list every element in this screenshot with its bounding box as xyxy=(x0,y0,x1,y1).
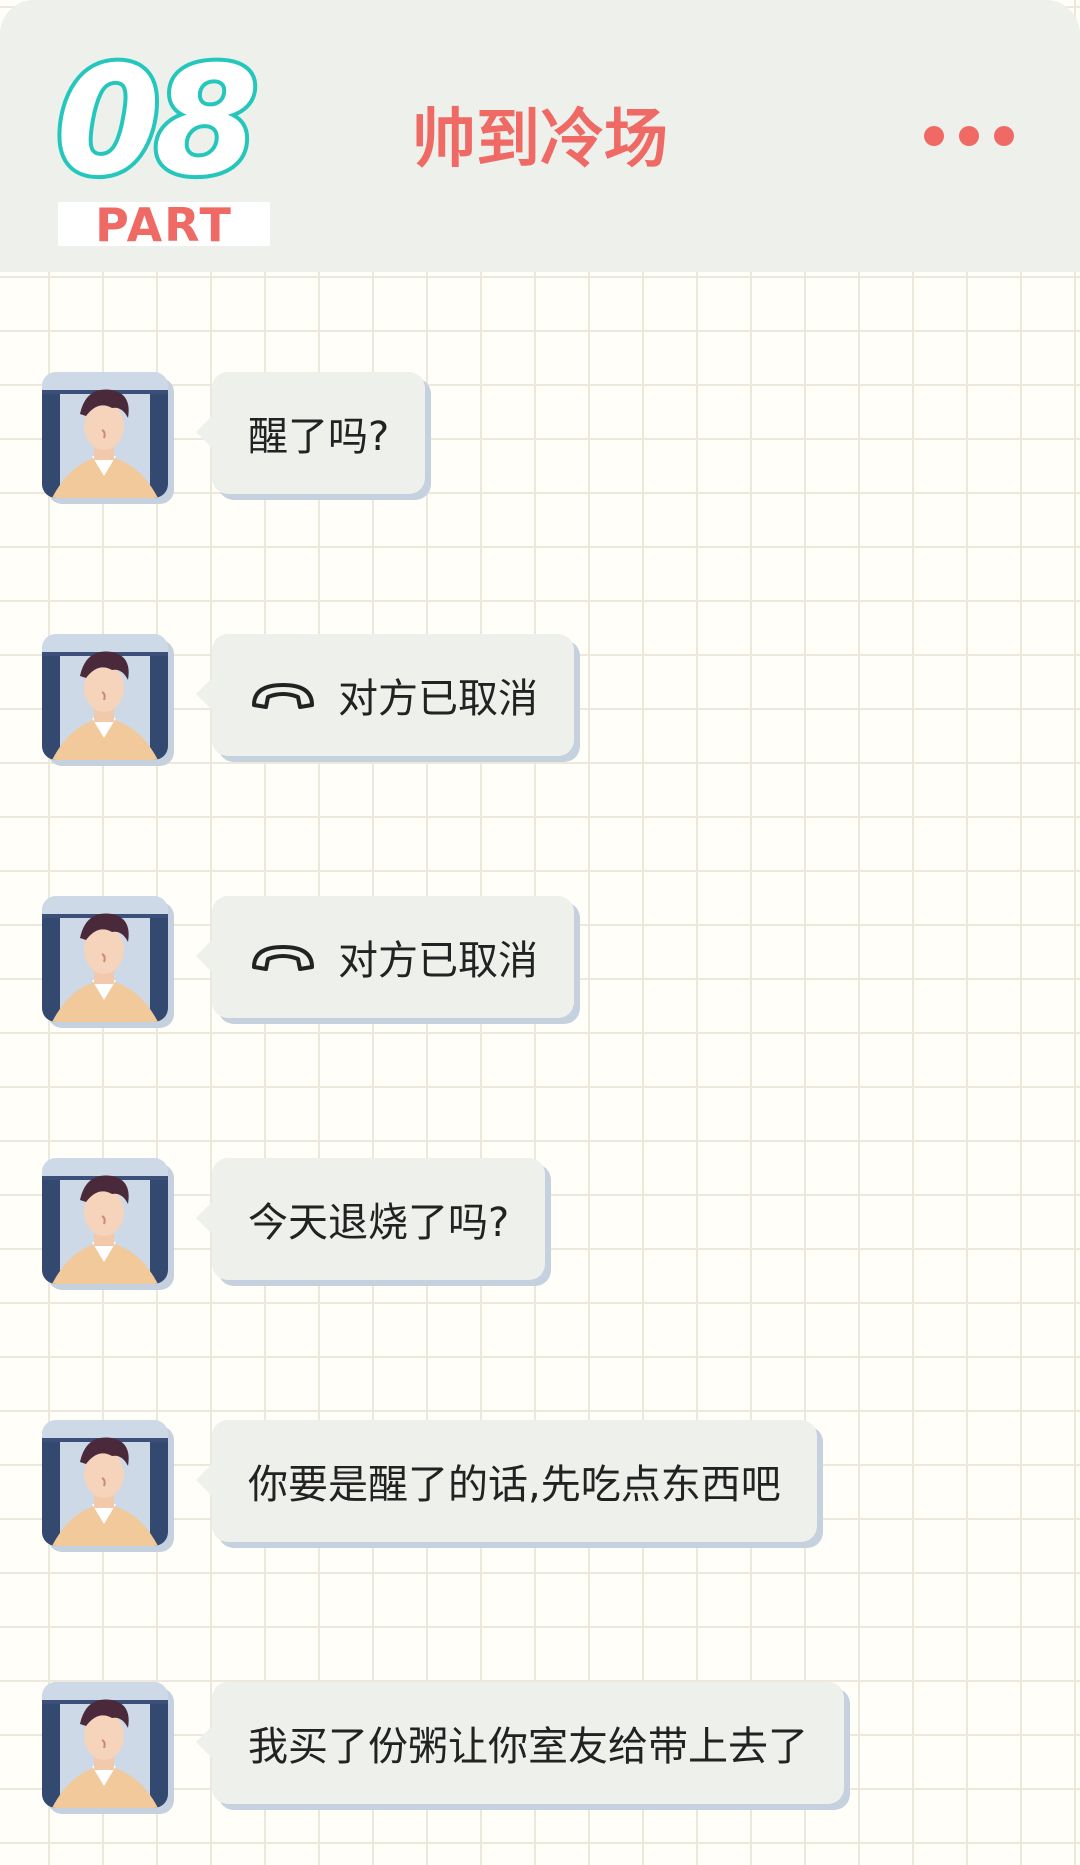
chat-page: 08 PART 帅到冷场 醒了吗? 对方已取消 对方已取消 今天退烧了吗? 你要… xyxy=(0,0,1080,1865)
avatar-image xyxy=(42,372,168,498)
dot xyxy=(924,126,944,146)
avatar-image xyxy=(42,1158,168,1284)
hangup-phone-icon xyxy=(252,945,314,971)
chat-message: 你要是醒了的话,先吃点东西吧 xyxy=(42,1420,902,1552)
avatar-image xyxy=(42,634,168,760)
avatar[interactable] xyxy=(42,1420,168,1546)
part-badge: 08 PART xyxy=(52,35,292,250)
page-title: 帅到冷场 xyxy=(412,103,668,177)
avatar-image xyxy=(42,1682,168,1808)
message-text: 你要是醒了的话,先吃点东西吧 xyxy=(248,1462,781,1508)
chat-message: 今天退烧了吗? xyxy=(42,1158,582,1290)
avatar-image xyxy=(42,1420,168,1546)
dot xyxy=(994,126,1014,146)
part-number: 08 xyxy=(52,35,263,209)
message-text: 对方已取消 xyxy=(338,938,538,984)
more-dots-icon[interactable] xyxy=(924,124,1014,148)
message-bubble[interactable]: 今天退烧了吗? xyxy=(195,1158,546,1280)
avatar[interactable] xyxy=(42,634,168,760)
chat-message: 我买了份粥让你室友给带上去了 xyxy=(42,1682,902,1814)
message-bubble[interactable]: 对方已取消 xyxy=(196,896,574,1018)
dot xyxy=(959,126,979,146)
message-bubble[interactable]: 醒了吗? xyxy=(195,372,426,494)
message-bubble[interactable]: 对方已取消 xyxy=(196,634,574,756)
chat-message: 对方已取消 xyxy=(42,896,602,1028)
message-bubble[interactable]: 你要是醒了的话,先吃点东西吧 xyxy=(196,1420,817,1542)
avatar-image xyxy=(42,896,168,1022)
chat-message: 醒了吗? xyxy=(42,372,462,504)
avatar[interactable] xyxy=(42,372,168,498)
chat-message: 对方已取消 xyxy=(42,634,602,766)
message-text: 今天退烧了吗? xyxy=(248,1200,510,1246)
avatar[interactable] xyxy=(42,896,168,1022)
hangup-phone-icon xyxy=(252,683,314,709)
message-text: 对方已取消 xyxy=(338,676,538,722)
part-label: PART xyxy=(58,202,270,248)
message-text: 我买了份粥让你室友给带上去了 xyxy=(248,1724,808,1770)
header-bar: 08 PART 帅到冷场 xyxy=(0,0,1080,272)
message-bubble[interactable]: 我买了份粥让你室友给带上去了 xyxy=(196,1682,844,1804)
avatar[interactable] xyxy=(42,1158,168,1284)
message-text: 醒了吗? xyxy=(248,414,390,460)
avatar[interactable] xyxy=(42,1682,168,1808)
